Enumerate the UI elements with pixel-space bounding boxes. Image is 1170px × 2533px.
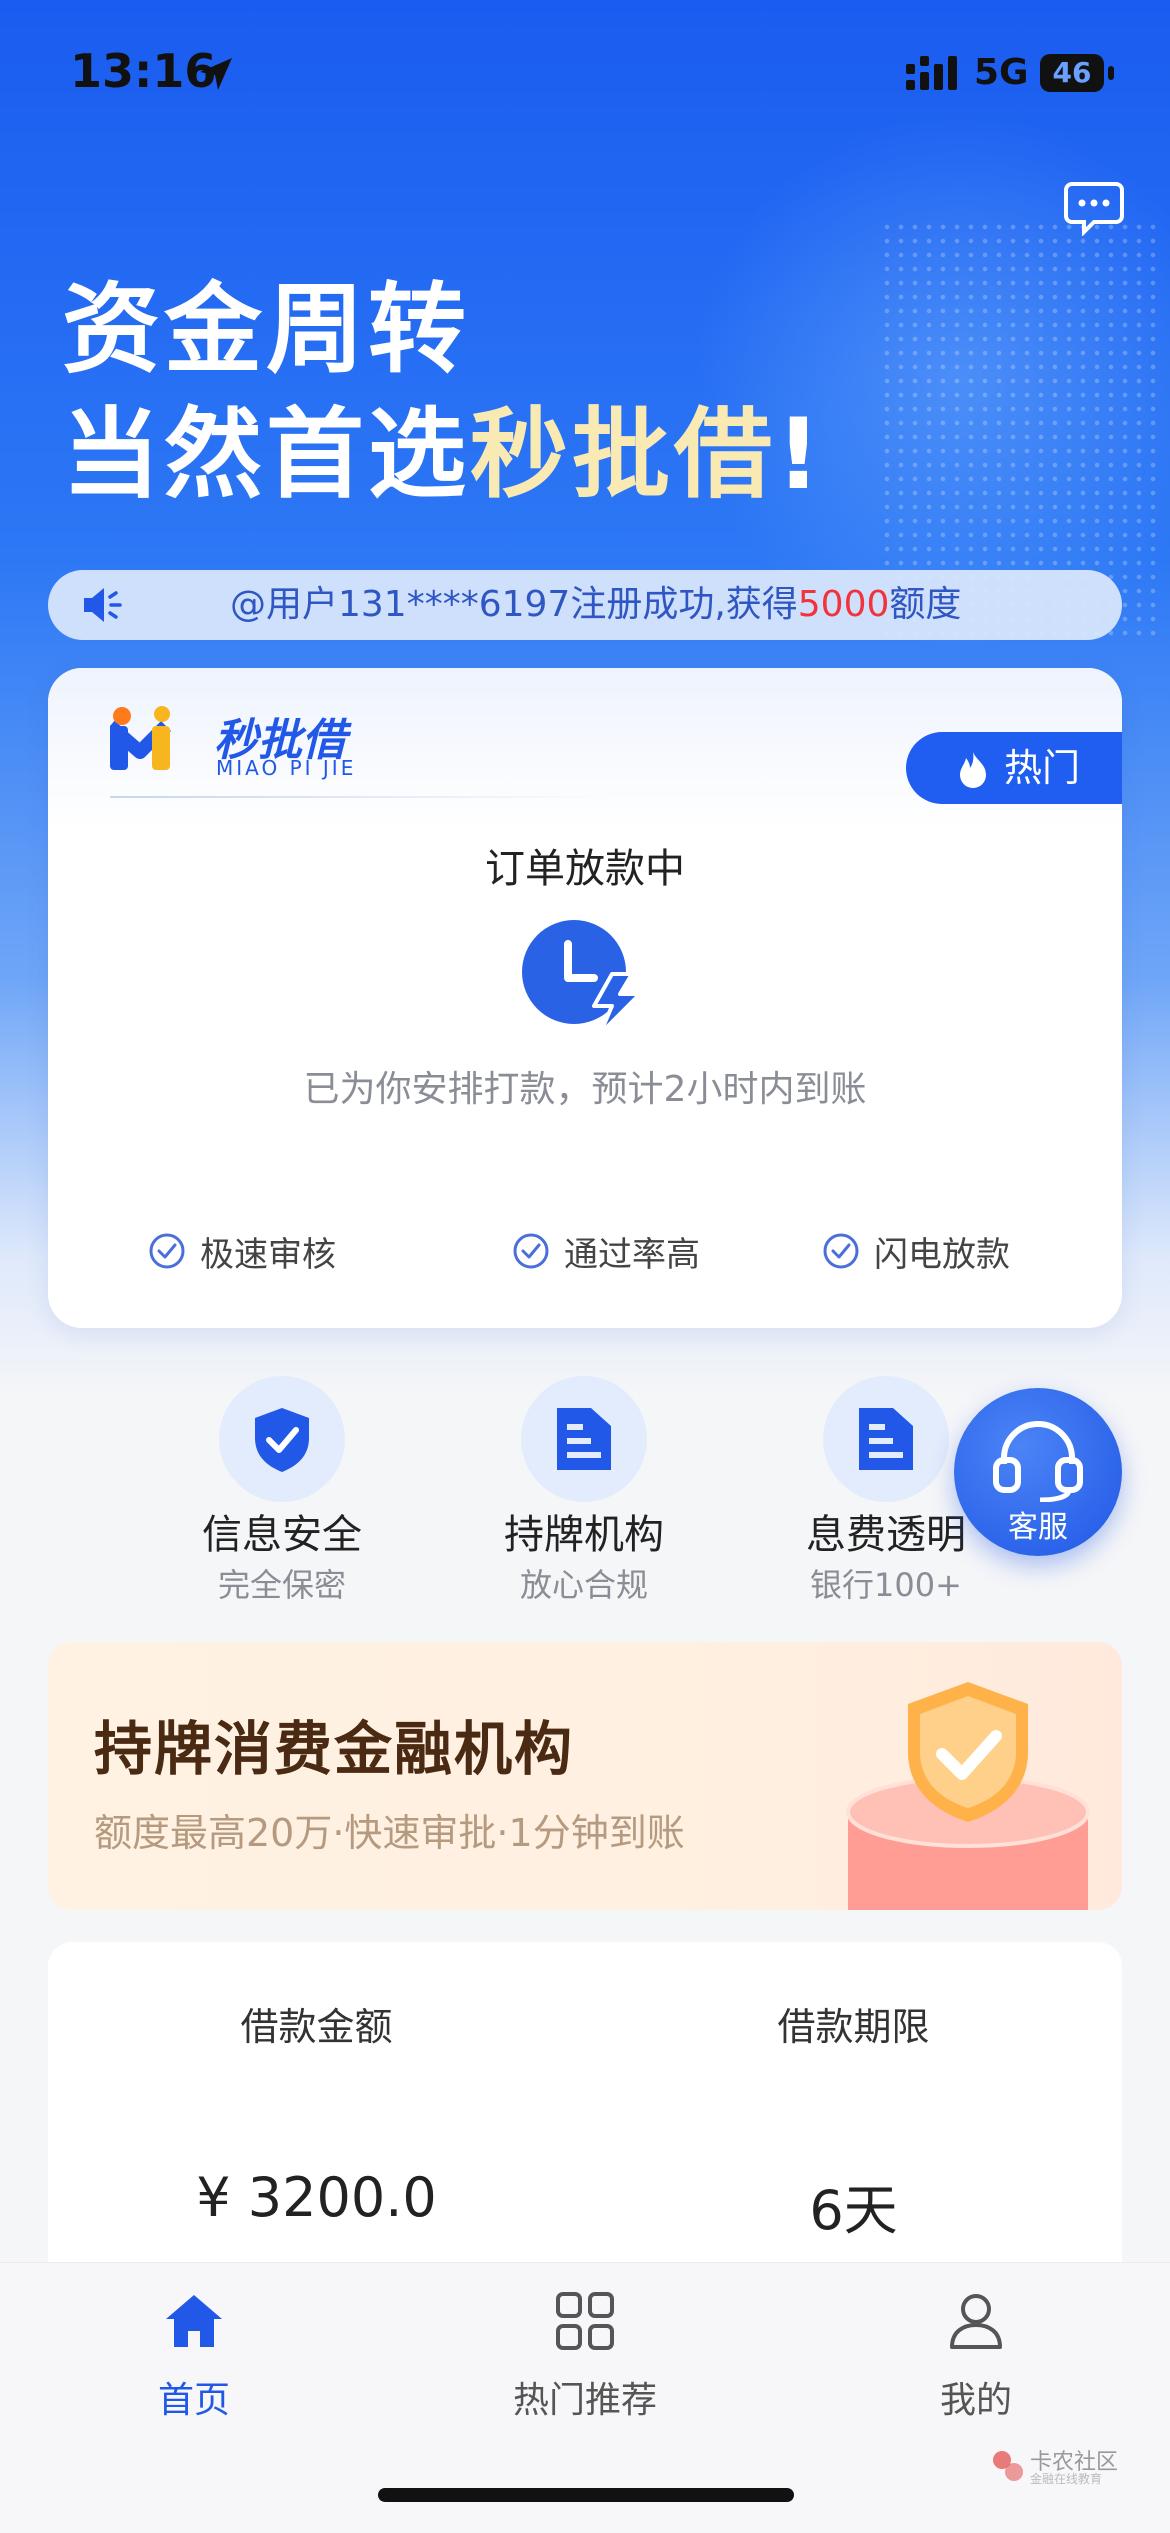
loan-term-value: 6天 [809,2179,898,2242]
status-bar: 13:16 5G 46 [0,0,1170,150]
order-status-title: 订单放款中 [485,846,685,892]
status-time: 13:16 [70,44,217,98]
trust-title: 持牌机构 [504,1512,664,1558]
fire-icon [960,752,986,788]
headline-line1: 资金周转 [62,273,471,387]
headline-line2-suffix: ! [776,398,825,512]
document-icon [859,1408,913,1470]
brand-logo-pinyin: MIAO PI JIE [216,756,357,780]
message-icon[interactable] [1064,180,1124,236]
loan-term-label: 借款期限 [777,2005,930,2049]
loan-amount-label: 借款金额 [240,2005,393,2049]
user-icon [950,2294,1002,2349]
banner-subtitle: 额度最高20万·快速审批·1分钟到账 [94,1811,685,1855]
trust-subtitle: 完全保密 [217,1566,346,1604]
headline-line2-prefix: 当然首选 [62,398,471,512]
loan-amount-value: ¥ 3200.0 [196,2166,437,2229]
battery-cap [1108,66,1114,80]
check-circle-icon [513,1233,549,1269]
trust-subtitle: 银行100+ [810,1566,962,1604]
speaker-icon [84,588,122,622]
notice-text-suffix: 额度 [889,584,962,625]
customer-service-button[interactable]: 客服 [954,1388,1122,1556]
notice-text-prefix: @用户131****6197注册成功,获得 [230,584,798,625]
signal-icon [906,56,957,90]
hot-tag-label: 热门 [1004,746,1081,790]
trust-title: 信息安全 [202,1512,362,1558]
tab-label: 首页 [157,2380,230,2421]
location-arrow-icon [200,58,232,90]
notice-bar[interactable]: @用户131****6197注册成功,获得5000额度 [48,570,1122,640]
tab-label: 热门推荐 [512,2380,657,2421]
notice-amount: 5000 [797,584,890,625]
network-type: 5G [974,52,1029,93]
header-divider [110,796,610,798]
watermark-subtext: 金融在线教育 [1030,2472,1103,2486]
promo-banner[interactable]: 持牌消费金融机构 额度最高20万·快速审批·1分钟到账 [48,1642,1122,1910]
feature-item: 极速审核 [148,1226,336,1276]
order-status-card: 秒批借 MIAO PI JIE 热门 订单放款中 已为你安排打款，预计2小时内到… [48,668,1122,1328]
notice-text: @用户131****6197注册成功,获得5000额度 [230,570,961,640]
watermark-logo-icon [993,2451,1023,2481]
home-icon [166,2295,222,2347]
feature-label: 通过率高 [564,1234,700,1275]
shield-podium-illustration [846,1682,1090,1910]
fast-clock-icon [522,920,642,1036]
feature-label: 极速审核 [200,1234,336,1275]
check-circle-icon [823,1233,859,1269]
headset-icon [993,1421,1083,1502]
home-indicator [378,2488,794,2502]
hot-tag: 热门 [906,732,1122,804]
headline-line2: 当然首选秒批借! [62,390,825,520]
watermark: 卡农社区 金融在线教育 [990,2444,1160,2492]
battery-icon: 46 [1040,54,1114,92]
hero-headline: 资金周转 当然首选秒批借! [62,270,825,520]
trust-subtitle: 放心合规 [519,1566,648,1604]
headline-brand-accent: 秒批借 [470,398,777,512]
grid-icon [556,2292,614,2350]
check-circle-icon [149,1233,185,1269]
battery-level: 46 [1040,54,1104,92]
banner-title: 持牌消费金融机构 [94,1715,575,1783]
feature-label: 闪电放款 [874,1234,1010,1275]
feature-item: 通过率高 [512,1226,700,1276]
order-status-description: 已为你安排打款，预计2小时内到账 [303,1069,867,1110]
shield-check-icon [255,1408,309,1472]
feature-item: 闪电放款 [822,1226,1010,1276]
tab-label: 我的 [939,2380,1012,2421]
document-icon [557,1408,611,1470]
customer-service-label: 客服 [1008,1510,1068,1545]
